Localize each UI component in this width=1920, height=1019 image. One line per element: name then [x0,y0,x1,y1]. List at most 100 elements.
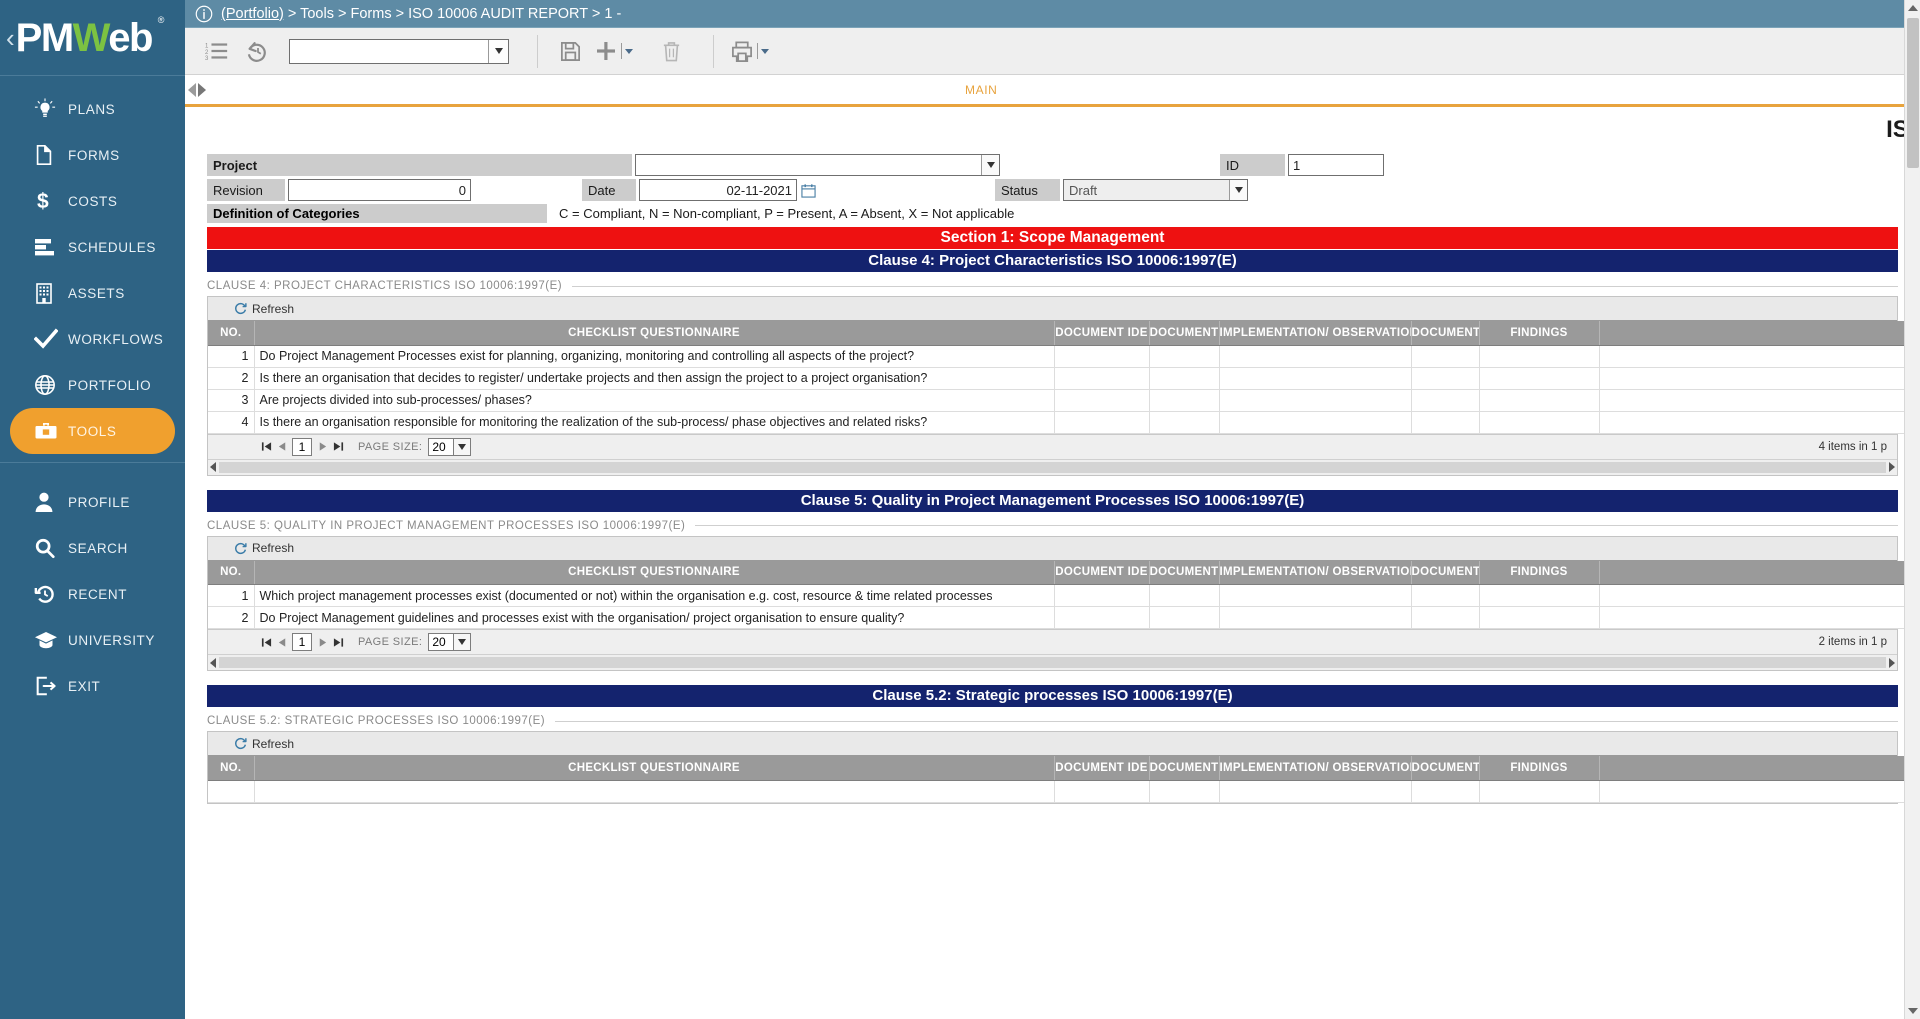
col-document-ide[interactable]: DOCUMENT IDE [1054,560,1150,585]
refresh-button[interactable]: Refresh [234,302,294,316]
col-document-2[interactable]: DOCUMENT [1411,321,1480,346]
cell-findings[interactable] [1479,584,1600,607]
chevron-down-icon[interactable] [454,633,472,651]
cell-doc-ide[interactable] [1054,411,1150,434]
cell-doc[interactable] [1149,606,1220,629]
chevron-down-icon[interactable] [454,437,472,456]
page-size-value[interactable]: 20 [428,437,455,456]
cell-impl[interactable] [1219,780,1412,803]
chevron-down-icon[interactable] [1229,180,1247,200]
scroll-thumb[interactable] [1906,18,1919,168]
cell-doc[interactable] [1149,411,1220,434]
form-scroll-region[interactable]: ISO 10006 Audit Rep Project ID 1 Revisio… [185,110,1920,1019]
page-next-icon[interactable] [314,634,330,650]
page-number-input[interactable]: 1 [292,633,312,651]
project-select[interactable] [635,154,1000,176]
cell-doc[interactable] [1149,367,1220,390]
sidebar-item-schedules[interactable]: SCHEDULES [10,224,175,270]
form-template-select[interactable] [289,38,509,64]
scroll-thumb[interactable] [219,461,1886,473]
col-checklist-questionnaire[interactable]: CHECKLIST QUESTIONNAIRE [254,321,1055,346]
cell-impl[interactable] [1219,367,1412,390]
collapse-sidebar-icon[interactable]: ‹ [6,25,15,51]
cell-doc[interactable] [1149,345,1220,368]
col-implementation-observation[interactable]: IMPLEMENTATION/ OBSERVATION [1219,756,1412,781]
revision-field[interactable]: 0 [288,179,471,201]
scroll-left-arrow-icon[interactable] [210,462,216,472]
scroll-left-arrow-icon[interactable] [210,657,216,668]
cell-doc[interactable] [1149,780,1220,803]
sidebar-item-forms[interactable]: FORMS [10,132,175,178]
col-document[interactable]: DOCUMENT [1149,560,1220,585]
cell-doc-ide[interactable] [1054,584,1150,607]
sidebar-item-profile[interactable]: PROFILE [10,479,175,525]
chevron-down-icon[interactable] [981,155,999,175]
cell-doc-ide[interactable] [1054,367,1150,390]
cell-doc-ide[interactable] [1054,780,1150,803]
page-next-icon[interactable] [314,439,330,455]
trash-delete-icon[interactable] [651,32,691,70]
scroll-thumb[interactable] [219,657,1886,668]
cell-impl[interactable] [1219,584,1412,607]
cell-doc2[interactable] [1411,389,1480,412]
breadcrumb-link-portfolio[interactable]: (Portfolio) [221,6,284,22]
col-findings[interactable]: FINDINGS [1479,560,1600,585]
chevron-down-icon[interactable] [488,39,508,63]
sidebar-item-plans[interactable]: PLANS [10,86,175,132]
cell-doc-ide[interactable] [1054,389,1150,412]
col-document-2[interactable]: DOCUMENT [1411,756,1480,781]
cell-findings[interactable] [1479,345,1600,368]
date-field[interactable]: 02-11-2021 [639,179,797,201]
sidebar-item-recent[interactable]: RECENT [10,571,175,617]
id-field[interactable]: 1 [1288,154,1384,176]
page-last-icon[interactable] [330,634,346,650]
scroll-up-arrow-icon[interactable] [1905,0,1920,16]
status-select[interactable]: Draft [1063,179,1248,201]
col-document-2[interactable]: DOCUMENT [1411,560,1480,585]
cell-impl[interactable] [1219,345,1412,368]
refresh-button[interactable]: Refresh [234,541,294,555]
cell-impl[interactable] [1219,411,1412,434]
col-no[interactable]: NO. [208,560,255,585]
col-no[interactable]: NO. [208,756,255,781]
tab-prev-arrow-icon[interactable] [188,82,196,97]
cell-doc2[interactable] [1411,584,1480,607]
sidebar-item-workflows[interactable]: WORKFLOWS [10,316,175,362]
history-revert-icon[interactable] [237,32,277,70]
app-logo[interactable]: ‹ PMWeb ® [0,0,185,75]
page-prev-icon[interactable] [274,439,290,455]
col-checklist-questionnaire[interactable]: CHECKLIST QUESTIONNAIRE [254,756,1055,781]
page-last-icon[interactable] [330,439,346,455]
scroll-right-arrow-icon[interactable] [1889,657,1895,668]
cell-doc[interactable] [1149,584,1220,607]
sidebar-item-university[interactable]: UNIVERSITY [10,617,175,663]
page-prev-icon[interactable] [274,634,290,650]
page-number-input[interactable]: 1 [292,437,312,456]
col-checklist-questionnaire[interactable]: CHECKLIST QUESTIONNAIRE [254,560,1055,585]
sidebar-item-portfolio[interactable]: PORTFOLIO [10,362,175,408]
cell-doc[interactable] [1149,389,1220,412]
calendar-icon[interactable] [801,179,816,201]
save-floppy-icon[interactable] [550,32,590,70]
cell-doc2[interactable] [1411,606,1480,629]
sidebar-item-tools[interactable]: TOOLS [10,408,175,454]
cell-doc2[interactable] [1411,780,1480,803]
page-vertical-scrollbar[interactable] [1904,0,1920,1019]
col-findings[interactable]: FINDINGS [1479,756,1600,781]
scroll-right-arrow-icon[interactable] [1889,462,1895,472]
cell-findings[interactable] [1479,411,1600,434]
cell-doc2[interactable] [1411,411,1480,434]
page-first-icon[interactable] [258,634,274,650]
page-size-value[interactable]: 20 [428,633,455,651]
cell-doc-ide[interactable] [1054,345,1150,368]
cell-doc-ide[interactable] [1054,606,1150,629]
sidebar-item-assets[interactable]: ASSETS [10,270,175,316]
refresh-button[interactable]: Refresh [234,737,294,751]
cell-findings[interactable] [1479,367,1600,390]
col-document-ide[interactable]: DOCUMENT IDE [1054,756,1150,781]
sidebar-item-costs[interactable]: $ COSTS [10,178,175,224]
sidebar-item-search[interactable]: SEARCH [10,525,175,571]
col-document-ide[interactable]: DOCUMENT IDE [1054,321,1150,346]
page-first-icon[interactable] [258,439,274,455]
grid-horizontal-scrollbar[interactable] [208,458,1897,475]
